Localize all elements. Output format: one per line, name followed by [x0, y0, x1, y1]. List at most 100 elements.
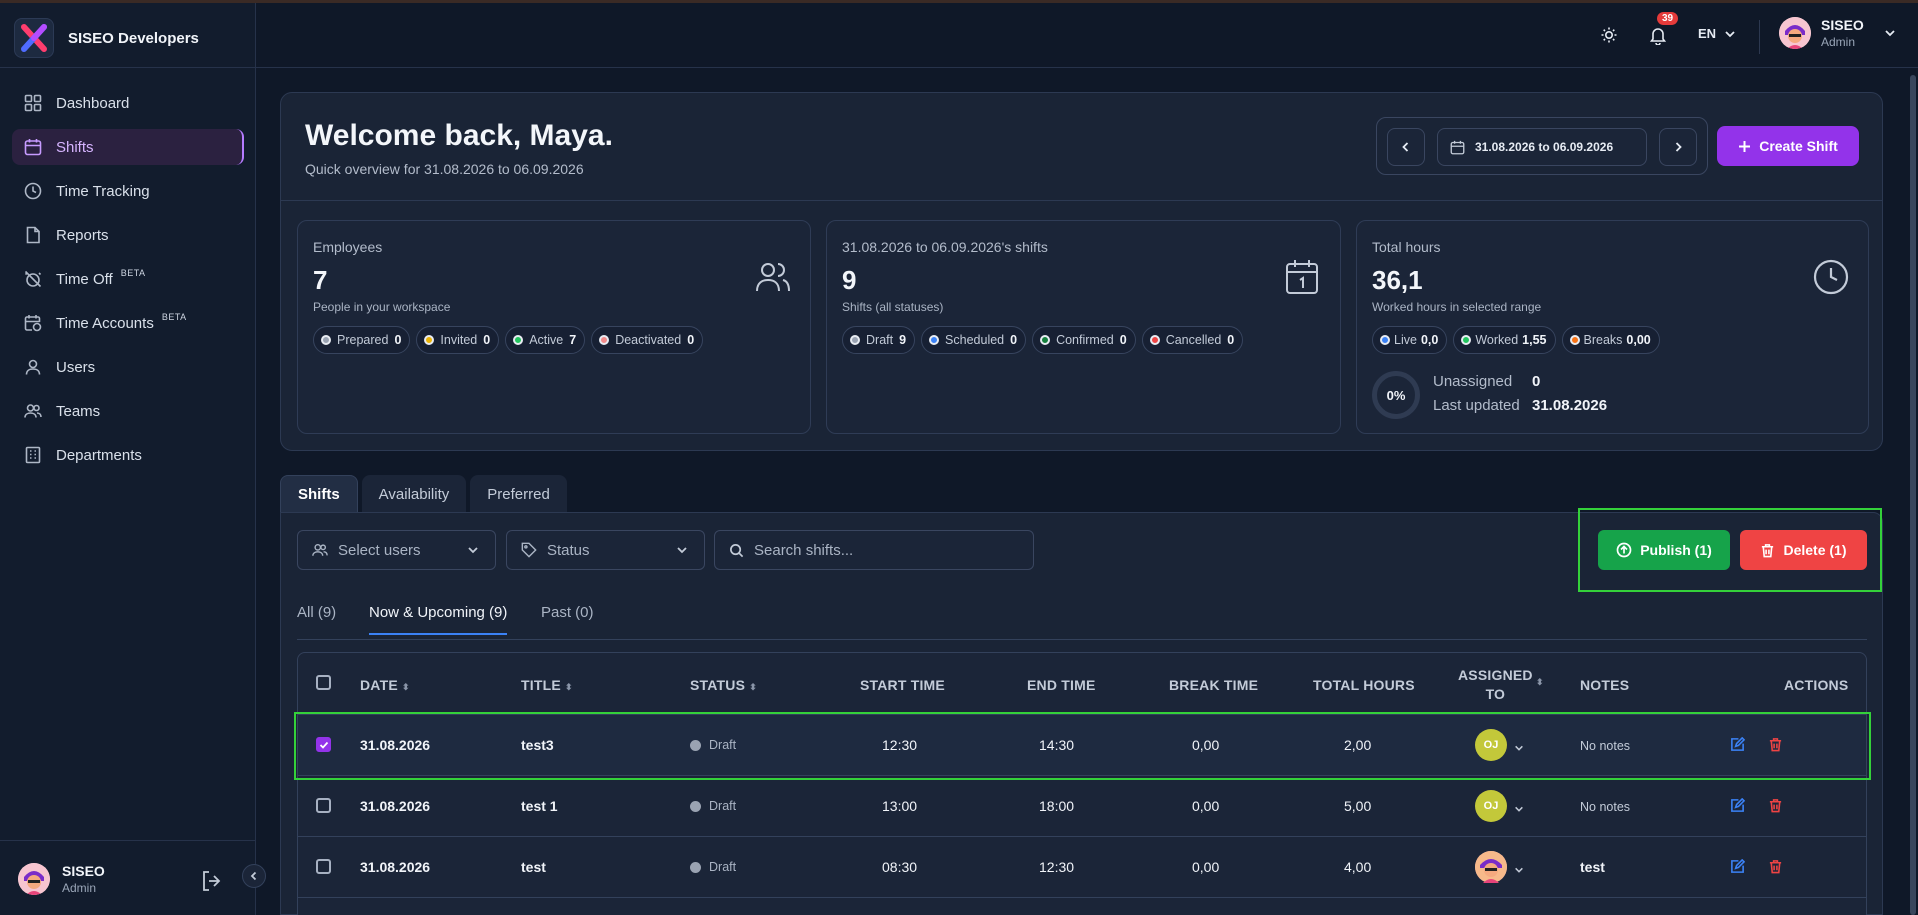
sidebar-user[interactable]: SISEO Admin — [18, 863, 105, 895]
calendar-icon — [1285, 259, 1319, 300]
sidebar-user-name: SISEO — [62, 863, 105, 879]
sidebar-item-dashboard[interactable]: Dashboard — [12, 85, 244, 121]
sort-icon[interactable]: ⬍ — [1536, 677, 1544, 688]
chevron-down-icon — [1725, 30, 1735, 37]
previous-week-button[interactable] — [1387, 128, 1425, 166]
sort-icon: ⬍ — [401, 682, 410, 692]
sidebar: SISEO Developers Dashboard Shifts Time T… — [0, 3, 256, 915]
users-icon — [312, 543, 328, 556]
hours-chip-breaks: Breaks 0,00 — [1561, 326, 1660, 354]
card-value: 9 — [842, 265, 857, 295]
select-users-dropdown[interactable]: Select users — [297, 530, 496, 570]
sidebar-user-area: SISEO Admin — [0, 840, 255, 915]
scrollbar-thumb[interactable] — [1910, 75, 1916, 915]
chevron-down-icon[interactable] — [1514, 801, 1524, 819]
collapse-sidebar-button[interactable] — [242, 864, 266, 888]
column-header-break-time: BREAK TIME — [1169, 677, 1259, 693]
card-label: 31.08.2026 to 06.09.2026's shifts — [842, 239, 1048, 255]
chip-count: 0 — [483, 333, 491, 347]
status-chip-invited: Invited 0 — [416, 326, 500, 354]
page-subtitle: Quick overview for 31.08.2026 to 06.09.2… — [305, 161, 584, 177]
language-select[interactable]: EN — [1698, 26, 1736, 41]
delete-label: Delete (1) — [1783, 542, 1847, 558]
publish-button[interactable]: Publish (1) — [1598, 530, 1730, 570]
status-dropdown[interactable]: Status — [506, 530, 705, 570]
row-checkbox[interactable] — [316, 859, 331, 874]
clock-icon — [24, 182, 42, 200]
date-range-picker[interactable]: 31.08.2026 to 06.09.2026 — [1437, 128, 1647, 166]
cell-break-time: 0,00 — [1192, 798, 1220, 814]
siseo-logo-icon — [14, 18, 54, 58]
tab-shifts[interactable]: Shifts — [280, 475, 358, 513]
subtab-past[interactable]: Past (0) — [541, 604, 594, 633]
sidebar-item-time-tracking[interactable]: Time Tracking — [12, 173, 244, 209]
table-row[interactable]: 31.08.2026 test Draft 08:30 12:30 0,00 4… — [298, 837, 1866, 898]
sidebar-item-teams[interactable]: Teams — [12, 393, 244, 429]
avatar — [18, 863, 50, 895]
logout-icon[interactable] — [200, 869, 224, 898]
tab-preferred[interactable]: Preferred — [470, 475, 567, 513]
table-row[interactable]: 31.08.2026 test 1 Draft 13:00 18:00 0,00… — [298, 776, 1866, 837]
sidebar-item-label: Time Accounts — [56, 314, 154, 332]
trash-icon — [1762, 543, 1774, 557]
sidebar-item-users[interactable]: Users — [12, 349, 244, 385]
sidebar-item-label: Departments — [56, 446, 142, 464]
status-filter-label: Status — [547, 541, 590, 559]
brand[interactable]: SISEO Developers — [14, 18, 199, 58]
theme-toggle-icon[interactable] — [1600, 26, 1618, 49]
select-users-label: Select users — [338, 541, 421, 559]
unassigned-label: Unassigned — [1433, 373, 1513, 390]
sidebar-item-reports[interactable]: Reports — [12, 217, 244, 253]
row-checkbox[interactable] — [316, 798, 331, 813]
header-label: TITLE — [521, 677, 561, 693]
cell-break-time: 0,00 — [1192, 859, 1220, 875]
status-dot — [690, 800, 701, 812]
total-hours-card: Total hours 36,1 Worked hours in selecte… — [1356, 220, 1869, 434]
selected-row-highlight — [294, 712, 1871, 780]
tab-availability[interactable]: Availability — [361, 475, 467, 513]
sidebar-item-label: Users — [56, 358, 96, 376]
column-header-title[interactable]: TITLE ⬍ — [521, 677, 573, 693]
create-shift-button[interactable]: Create Shift — [1717, 126, 1859, 166]
header-user-menu[interactable]: SISEO Admin — [1779, 17, 1896, 49]
trash-icon[interactable] — [1768, 859, 1783, 879]
sidebar-item-time-off[interactable]: Time Off BETA — [12, 261, 244, 297]
last-updated-value: 31.08.2026 — [1532, 397, 1608, 414]
status-dot — [1040, 335, 1051, 345]
sidebar-item-shifts[interactable]: Shifts — [12, 129, 244, 165]
card-subtitle: People in your workspace — [313, 300, 451, 314]
select-all-checkbox[interactable] — [316, 675, 331, 690]
chip-count: 0 — [1010, 333, 1018, 347]
welcome-panel: Welcome back, Maya. Quick overview for 3… — [280, 92, 1883, 451]
column-header-actions: ACTIONS — [1784, 677, 1849, 693]
next-week-button[interactable] — [1659, 128, 1697, 166]
cell-notes: test — [1580, 859, 1605, 875]
cell-total-hours: 4,00 — [1344, 859, 1372, 875]
column-header-assigned-to[interactable]: ASSIGNED TO — [1458, 666, 1533, 704]
subtab-all[interactable]: All (9) — [297, 604, 336, 633]
chip-count: 1,55 — [1522, 333, 1547, 347]
chevron-down-icon[interactable] — [1514, 862, 1524, 880]
trash-icon[interactable] — [1768, 798, 1783, 818]
sidebar-item-time-accounts[interactable]: Time Accounts BETA — [12, 305, 244, 341]
column-header-date[interactable]: DATE ⬍ — [360, 677, 410, 693]
column-header-status[interactable]: STATUS ⬍ — [690, 677, 757, 693]
edit-icon[interactable] — [1730, 858, 1746, 879]
sidebar-item-departments[interactable]: Departments — [12, 437, 244, 473]
card-subtitle: Shifts (all statuses) — [842, 300, 944, 314]
column-header-start-time: START TIME — [860, 677, 945, 693]
edit-icon[interactable] — [1730, 797, 1746, 818]
clock-icon — [1813, 259, 1849, 300]
notification-count-badge: 39 — [1657, 12, 1679, 25]
column-header-total-hours: TOTAL HOURS — [1313, 677, 1415, 693]
subtab-now-upcoming[interactable]: Now & Upcoming (9) — [369, 604, 508, 635]
status-chip-confirmed: Confirmed 0 — [1032, 326, 1136, 354]
delete-button[interactable]: Delete (1) — [1740, 530, 1867, 570]
cell-title: test — [521, 859, 546, 875]
card-subtitle: Worked hours in selected range — [1372, 300, 1542, 314]
bell-icon[interactable] — [1649, 26, 1667, 50]
date-range-selector: 31.08.2026 to 06.09.2026 — [1376, 117, 1708, 175]
chip-count: 0 — [1119, 333, 1127, 347]
chevron-right-icon — [1675, 142, 1682, 152]
search-input[interactable]: Search shifts... — [714, 530, 1034, 570]
